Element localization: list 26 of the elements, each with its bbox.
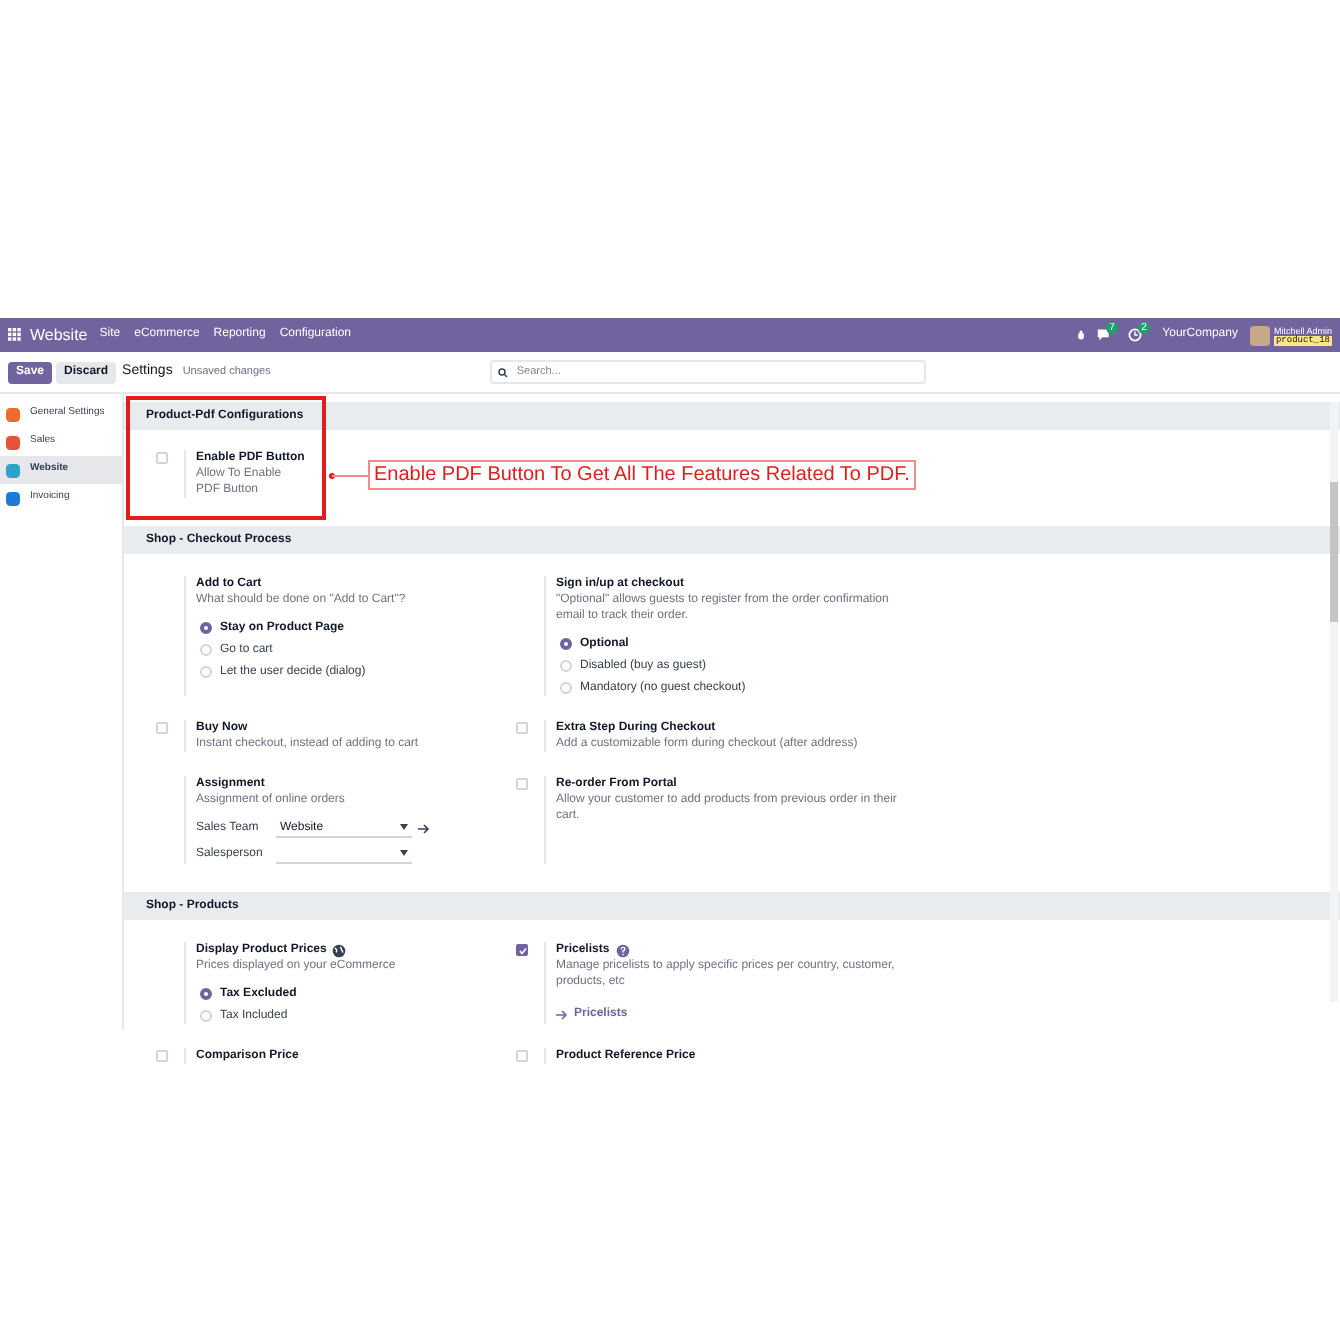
apps-grid-icon[interactable] (8, 328, 22, 342)
chat-icon[interactable] (1096, 328, 1113, 342)
radio-button[interactable] (200, 622, 212, 634)
checkbox[interactable] (156, 452, 168, 464)
checkbox[interactable] (516, 778, 528, 790)
checkbox[interactable] (156, 1050, 168, 1062)
user-avatar[interactable] (1249, 325, 1270, 345)
globe-icon (332, 943, 347, 957)
clock-icon[interactable] (1128, 328, 1143, 342)
app-name[interactable]: Website (30, 323, 88, 347)
check-icon (517, 945, 527, 955)
search-icon (498, 367, 509, 377)
checkbox[interactable] (516, 1050, 528, 1062)
select-field[interactable] (276, 844, 412, 864)
help-icon (615, 943, 630, 957)
bug-icon[interactable] (1076, 330, 1087, 340)
radio-button[interactable] (560, 638, 572, 650)
radio-button[interactable] (200, 988, 212, 1000)
checkbox[interactable] (156, 722, 168, 734)
leader-line (328, 472, 368, 480)
checkbox[interactable] (516, 722, 528, 734)
caret-icon (399, 824, 408, 830)
arrow-right-icon[interactable] (418, 823, 430, 833)
annotation-callout: Enable PDF Button To Get All The Features Related To PDF. (368, 460, 916, 490)
caret-icon (400, 850, 408, 856)
arrow-right-icon (556, 1009, 568, 1019)
